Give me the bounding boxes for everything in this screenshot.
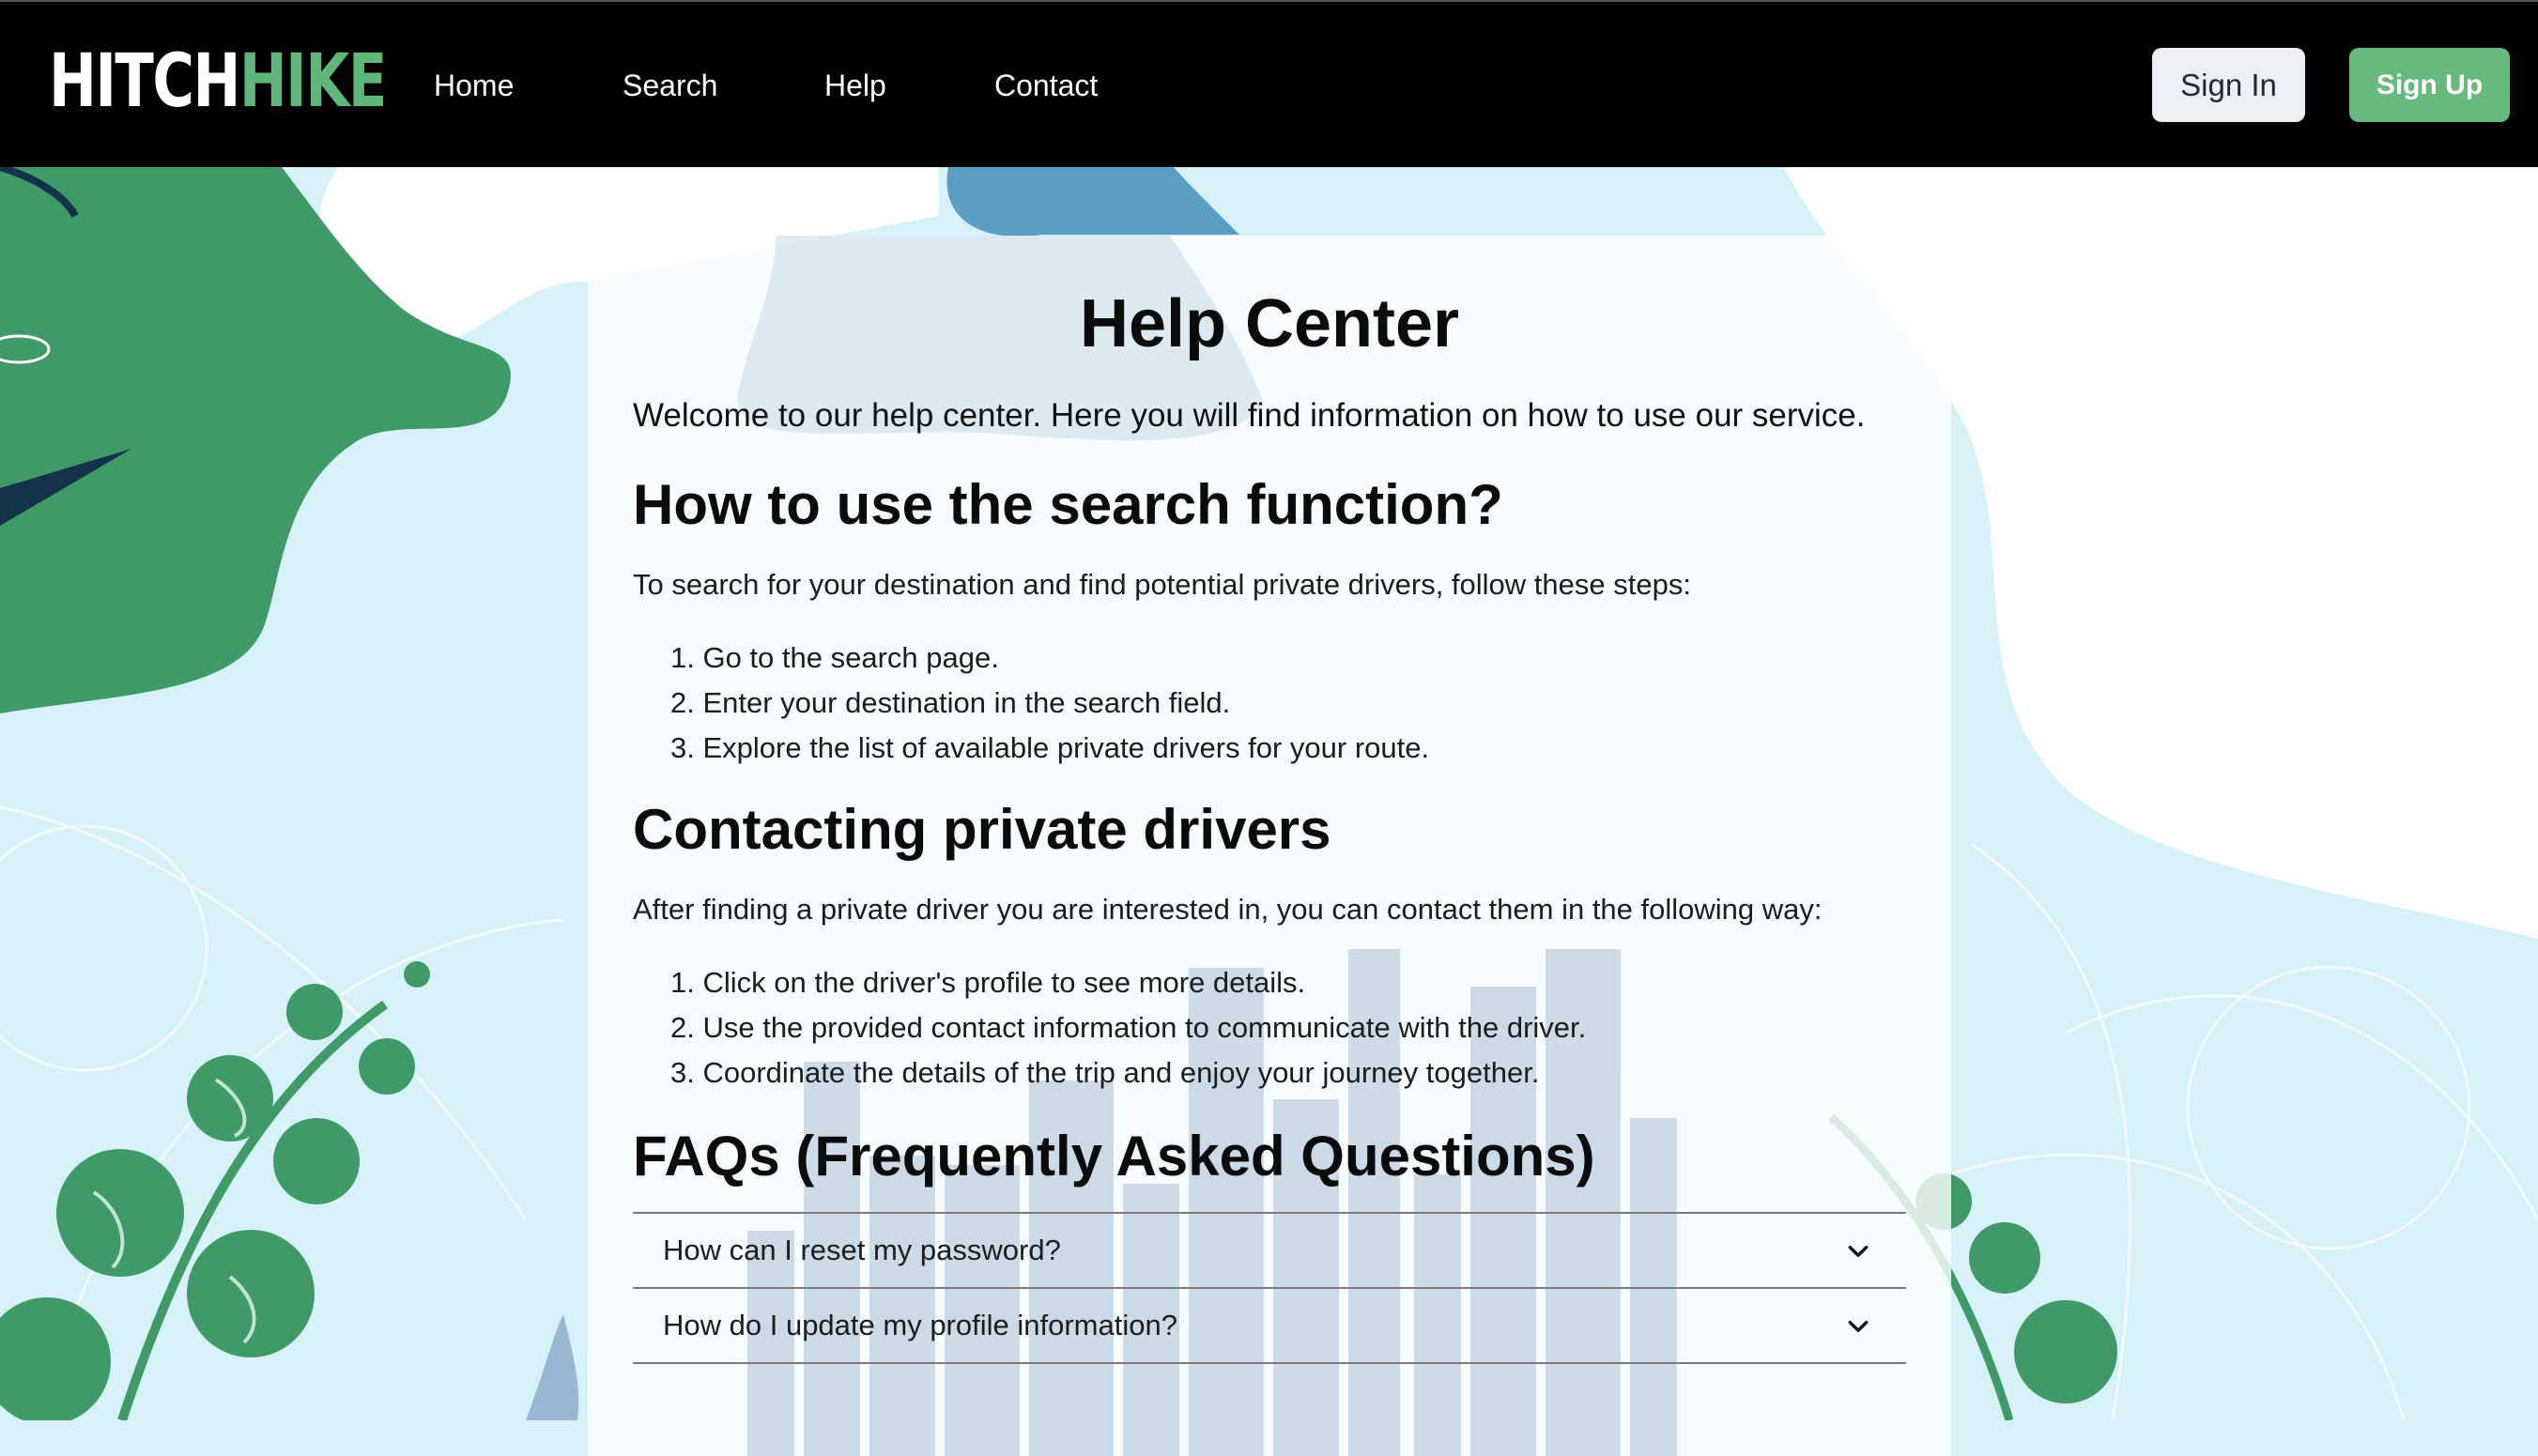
faq-question: How can I reset my password? — [663, 1234, 1061, 1266]
contact-steps-list: 1. Click on the driver's profile to see … — [633, 960, 1906, 1096]
chevron-down-icon — [1848, 1245, 1869, 1258]
search-function-intro: To search for your destination and find … — [633, 568, 1691, 601]
faq-heading: FAQs (Frequently Asked Questions) — [633, 1125, 1595, 1188]
nav-home-link[interactable]: Home — [434, 62, 514, 109]
faq-item-reset-password[interactable]: How can I reset my password? — [633, 1212, 1906, 1287]
faq-accordion: How can I reset my password? How do I up… — [633, 1212, 1906, 1364]
nav-search-link[interactable]: Search — [623, 62, 717, 109]
logo-part-hike: HIKE — [238, 39, 388, 124]
contacting-drivers-intro: After finding a private driver you are i… — [633, 893, 1823, 926]
list-item: 3. Explore the list of available private… — [670, 731, 1430, 764]
search-function-heading: How to use the search function? — [633, 473, 1503, 536]
nav-contact-link[interactable]: Contact — [994, 62, 1098, 109]
search-steps-list: 1. Go to the search page. 2. Enter your … — [633, 636, 1906, 771]
top-navigation-bar: HITCHHIKE Home Search Help Contact Sign … — [0, 0, 2538, 167]
list-item: 1. Go to the search page. — [670, 641, 999, 674]
hitchhike-logo[interactable]: HITCHHIKE — [49, 39, 388, 124]
chevron-down-icon — [1848, 1320, 1869, 1333]
page-title: Help Center — [1079, 286, 1460, 361]
faq-divider — [633, 1362, 1906, 1364]
list-item: 2. Use the provided contact information … — [670, 1011, 1587, 1044]
faq-question: How do I update my profile information? — [663, 1309, 1177, 1341]
list-item: 1. Click on the driver's profile to see … — [670, 966, 1306, 999]
sign-in-button[interactable]: Sign In — [2152, 48, 2305, 122]
nav-help-link[interactable]: Help — [824, 62, 886, 109]
logo-part-hitch: HITCH — [49, 39, 240, 124]
help-center-card: Help Center Welcome to our help center. … — [588, 236, 1951, 1456]
list-item: 3. Coordinate the details of the trip an… — [670, 1056, 1540, 1089]
list-item: 2. Enter your destination in the search … — [670, 686, 1231, 719]
contacting-drivers-heading: Contacting private drivers — [633, 798, 1331, 861]
faq-item-update-profile[interactable]: How do I update my profile information? — [633, 1287, 1906, 1362]
welcome-text: Welcome to our help center. Here you wil… — [633, 397, 1866, 434]
sign-up-button[interactable]: Sign Up — [2349, 48, 2510, 122]
